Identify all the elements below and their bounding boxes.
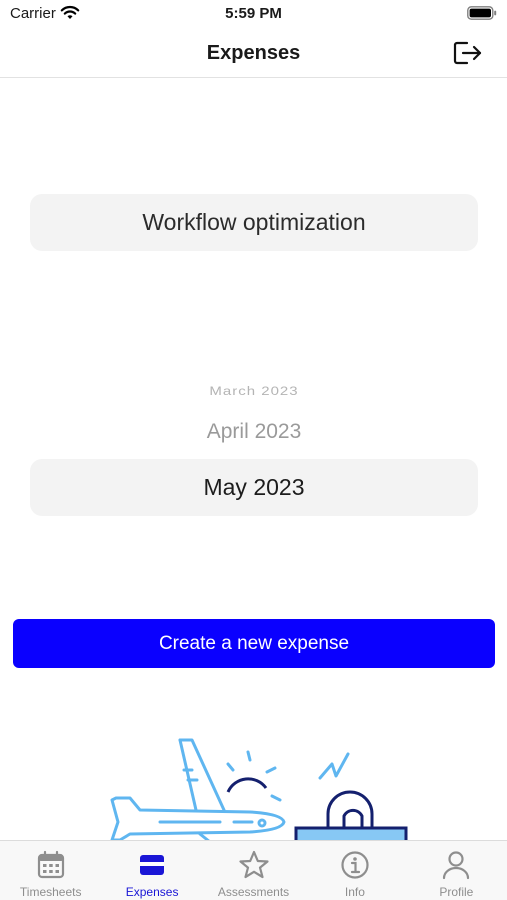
nav-bar: Expenses (0, 30, 507, 78)
status-time: 5:59 PM (225, 5, 282, 22)
tab-profile[interactable]: Profile (406, 841, 507, 900)
tab-label: Assessments (217, 885, 290, 899)
travel-illustration (110, 738, 408, 845)
month-picker-selected[interactable]: May 2023 (30, 459, 478, 516)
tab-expenses[interactable]: Expenses (101, 841, 202, 900)
month-picker-item[interactable]: March 2023 (30, 385, 478, 399)
tab-label: Info (344, 885, 365, 899)
logout-icon[interactable] (453, 40, 483, 66)
month-picker[interactable]: March 2023 April 2023 May 2023 (30, 370, 478, 530)
project-selector[interactable]: Workflow optimization (30, 194, 478, 251)
tab-label: Profile (439, 885, 474, 899)
info-icon (341, 851, 369, 879)
battery-icon (467, 6, 497, 20)
tab-bar: Timesheets Expenses Assessments Info Pro… (0, 840, 507, 900)
card-icon (140, 855, 165, 875)
tab-timesheets[interactable]: Timesheets (0, 841, 101, 900)
calendar-icon (37, 850, 64, 879)
person-icon (443, 851, 470, 880)
tab-label: Timesheets (19, 885, 82, 899)
star-icon (238, 850, 269, 879)
tab-label: Expenses (125, 885, 179, 899)
page-title: Expenses (206, 42, 301, 64)
month-picker-item[interactable]: April 2023 (30, 420, 478, 444)
status-bar: Carrier 5:59 PM (0, 0, 507, 30)
tab-assessments[interactable]: Assessments (203, 841, 304, 900)
tab-info[interactable]: Info (304, 841, 405, 900)
create-expense-button[interactable]: Create a new expense (13, 619, 495, 668)
